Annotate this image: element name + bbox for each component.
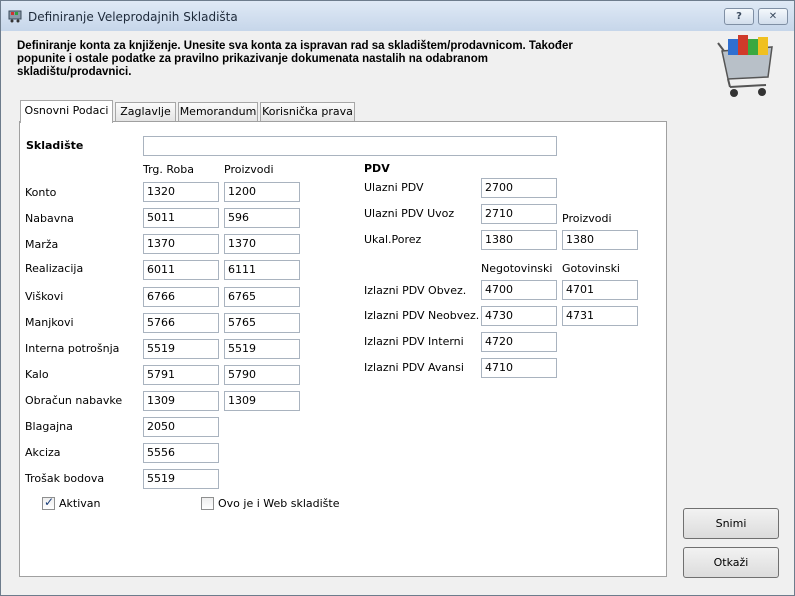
web-skladiste-label: Ovo je i Web skladište — [218, 497, 340, 510]
help-button[interactable]: ? — [724, 8, 754, 25]
manjkovi-trg-field[interactable]: 5766 — [143, 313, 219, 333]
realizacija-trg-field[interactable]: 6011 — [143, 260, 219, 280]
row-label-marza: Marža — [25, 238, 59, 251]
interna-potrosnja-trg-field[interactable]: 5519 — [143, 339, 219, 359]
blagajna-trg-field[interactable]: 2050 — [143, 417, 219, 437]
aktivan-label: Aktivan — [59, 497, 101, 510]
kalo-trg-field[interactable]: 5791 — [143, 365, 219, 385]
gotovinski-header: Gotovinski — [562, 262, 620, 275]
shopping-cart-icon — [717, 35, 773, 97]
column-header-trg-roba: Trg. Roba — [143, 163, 195, 176]
aktivan-checkbox[interactable]: ✓ — [42, 495, 55, 510]
ukal-porez-label: Ukal.Porez — [364, 233, 422, 246]
dialog-body: Definiranje konta za knjiženje. Unesite … — [9, 31, 786, 589]
izlazni-pdv-avansi-label: Izlazni PDV Avansi — [364, 361, 464, 374]
row-label-interna-potrosnja: Interna potrošnja — [25, 342, 120, 355]
tab-korisnicka-prava[interactable]: Korisnička prava — [260, 102, 355, 121]
instructions-text: Definiranje konta za knjiženje. Unesite … — [17, 40, 573, 78]
interna-potrosnja-proizvodi-field[interactable]: 5519 — [224, 339, 300, 359]
tab-memorandum[interactable]: Memorandum — [178, 102, 258, 121]
izlazni-pdv-obvez-label: Izlazni PDV Obvez. — [364, 284, 467, 297]
pdv-section-title: PDV — [364, 162, 390, 175]
pdv-proizvodi-header: Proizvodi — [562, 212, 612, 225]
ulazni-pdv-field[interactable]: 2700 — [481, 178, 557, 198]
nabavna-proizvodi-field[interactable]: 596 — [224, 208, 300, 228]
row-label-kalo: Kalo — [25, 368, 49, 381]
viskovi-proizvodi-field[interactable]: 6765 — [224, 287, 300, 307]
dialog-window: Definiranje Veleprodajnih Skladišta ? ✕ … — [0, 0, 795, 596]
row-label-nabavna: Nabavna — [25, 212, 74, 225]
izlazni-pdv-interni-field[interactable]: 4720 — [481, 332, 557, 352]
row-label-trosak-bodova: Trošak bodova — [25, 472, 105, 485]
tab-panel-osnovni-podaci: Skladište Trg. Roba Proizvodi Konto 1320… — [19, 121, 667, 577]
realizacija-proizvodi-field[interactable]: 6111 — [224, 260, 300, 280]
obracun-nabavke-trg-field[interactable]: 1309 — [143, 391, 219, 411]
konto-trg-field[interactable]: 1320 — [143, 182, 219, 202]
trosak-bodova-trg-field[interactable]: 5519 — [143, 469, 219, 489]
column-header-proizvodi: Proizvodi — [224, 163, 274, 176]
row-label-manjkovi: Manjkovi — [25, 316, 74, 329]
row-label-obracun-nabavke: Obračun nabavke — [25, 394, 123, 407]
ulazni-pdv-uvoz-label: Ulazni PDV Uvoz — [364, 207, 455, 220]
close-button[interactable]: ✕ — [758, 8, 788, 25]
save-button[interactable]: Snimi — [683, 508, 779, 539]
izlazni-pdv-neobvez-gotovinski-field[interactable]: 4731 — [562, 306, 638, 326]
checkmark-icon: ✓ — [44, 495, 55, 509]
marza-trg-field[interactable]: 1370 — [143, 234, 219, 254]
web-skladiste-checkbox[interactable] — [201, 497, 214, 510]
izlazni-pdv-obvez-negotovinski-field[interactable]: 4700 — [481, 280, 557, 300]
row-label-akciza: Akciza — [25, 446, 61, 459]
cancel-button[interactable]: Otkaži — [683, 547, 779, 578]
skladiste-label: Skladište — [26, 139, 84, 152]
row-label-blagajna: Blagajna — [25, 420, 73, 433]
tab-osnovni-podaci[interactable]: Osnovni Podaci — [20, 100, 113, 123]
title-bar: Definiranje Veleprodajnih Skladišta ? ✕ — [1, 1, 794, 31]
izlazni-pdv-neobvez-negotovinski-field[interactable]: 4730 — [481, 306, 557, 326]
nabavna-trg-field[interactable]: 5011 — [143, 208, 219, 228]
akciza-trg-field[interactable]: 5556 — [143, 443, 219, 463]
kalo-proizvodi-field[interactable]: 5790 — [224, 365, 300, 385]
viskovi-trg-field[interactable]: 6766 — [143, 287, 219, 307]
manjkovi-proizvodi-field[interactable]: 5765 — [224, 313, 300, 333]
izlazni-pdv-neobvez-label: Izlazni PDV Neobvez. — [364, 309, 480, 322]
ukal-porez-proizvodi-field[interactable]: 1380 — [562, 230, 638, 250]
izlazni-pdv-avansi-field[interactable]: 4710 — [481, 358, 557, 378]
marza-proizvodi-field[interactable]: 1370 — [224, 234, 300, 254]
tab-zaglavlje[interactable]: Zaglavlje — [115, 102, 176, 121]
obracun-nabavke-proizvodi-field[interactable]: 1309 — [224, 391, 300, 411]
ukal-porez-field[interactable]: 1380 — [481, 230, 557, 250]
close-icon: ✕ — [768, 11, 778, 22]
skladiste-field[interactable] — [143, 136, 557, 156]
ulazni-pdv-label: Ulazni PDV — [364, 181, 424, 194]
izlazni-pdv-interni-label: Izlazni PDV Interni — [364, 335, 464, 348]
row-label-viskovi: Viškovi — [25, 290, 64, 303]
konto-proizvodi-field[interactable]: 1200 — [224, 182, 300, 202]
row-label-konto: Konto — [25, 186, 57, 199]
ulazni-pdv-uvoz-field[interactable]: 2710 — [481, 204, 557, 224]
row-label-realizacija: Realizacija — [25, 262, 84, 275]
help-icon: ? — [736, 11, 742, 22]
izlazni-pdv-obvez-gotovinski-field[interactable]: 4701 — [562, 280, 638, 300]
cart-app-icon — [8, 10, 22, 23]
window-title: Definiranje Veleprodajnih Skladišta — [28, 10, 238, 24]
negotovinski-header: Negotovinski — [481, 262, 553, 275]
